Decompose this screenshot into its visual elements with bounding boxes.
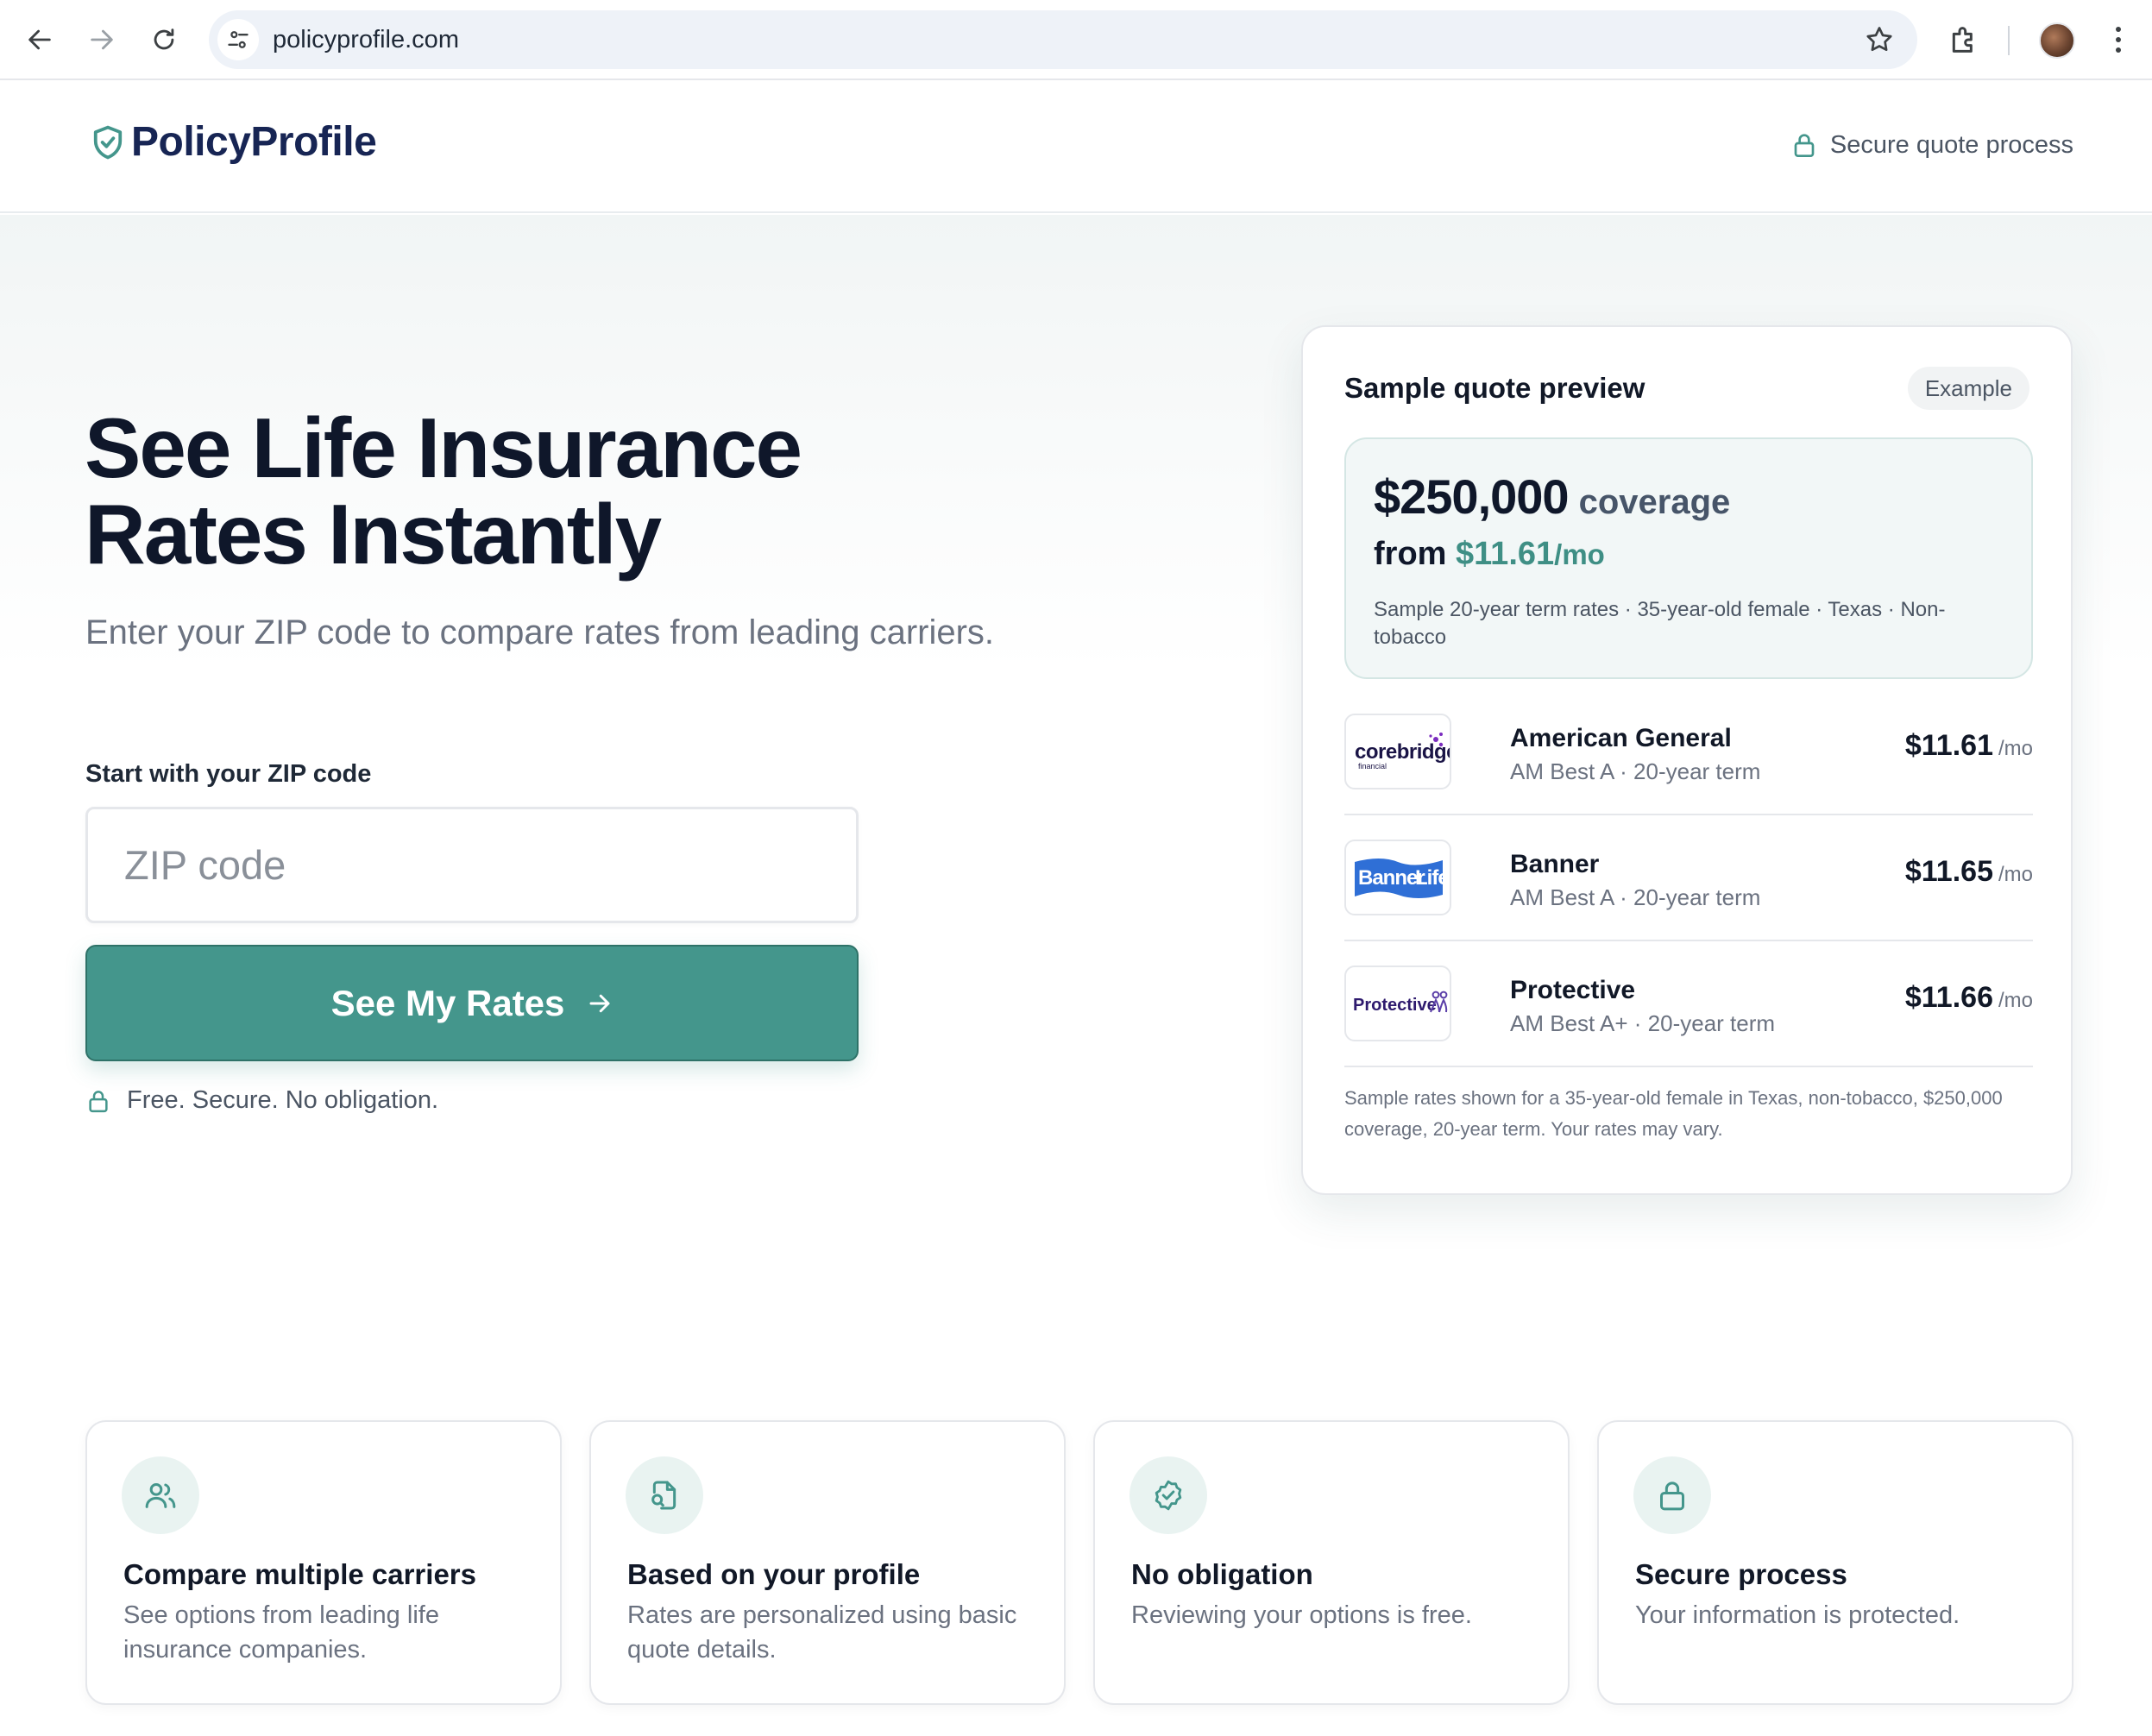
coverage-summary: $250,000 coverage from $11.61/mo Sample … (1344, 437, 2033, 679)
carrier-name: American General (1510, 724, 1732, 752)
summary-note: Sample 20-year term rates · 35-year-old … (1374, 598, 1946, 649)
zip-label: Start with your ZIP code (85, 760, 372, 788)
quote-card-title: Sample quote preview (1344, 372, 1645, 404)
carrier-name: Banner (1510, 850, 1600, 878)
page-headline: See Life Insurance Rates Instantly (85, 405, 1034, 577)
arrow-right-icon (91, 29, 113, 50)
headline-line-1: See Life Insurance (85, 400, 802, 495)
site-info-button[interactable] (217, 19, 259, 60)
sample-quote-card: Sample quote preview Example $250,000 co… (1301, 325, 2073, 1195)
shield-check-icon (93, 125, 123, 159)
zip-input[interactable] (85, 807, 859, 923)
lock-icon (1633, 1456, 1711, 1534)
carrier-price-unit: /mo (1998, 737, 2033, 760)
carrier-price: $11.66 /mo (1905, 981, 2033, 1015)
arrow-left-icon (28, 29, 51, 50)
carrier-name: Protective (1510, 976, 1636, 1004)
example-badge: Example (1907, 367, 2029, 410)
page-subheadline: Enter your ZIP code to compare rates fro… (85, 613, 995, 651)
feature-title: No obligation (1131, 1558, 1313, 1590)
reload-icon (154, 28, 174, 50)
url-text[interactable]: policyprofile.com (273, 10, 459, 69)
carrier-price-amount: $11.65 (1904, 855, 1993, 888)
quote-footnote: Sample rates shown for a 35-year-old fem… (1344, 1087, 2003, 1140)
coverage-amount: $250,000 (1374, 469, 1570, 524)
assurance-note: Free. Secure. No obligation. (85, 1086, 438, 1115)
starting-price: $11.61 (1456, 536, 1555, 572)
site-header: PolicyProfile Secure quote process (0, 80, 2152, 213)
address-bar[interactable]: policyprofile.com (209, 10, 1917, 69)
svg-text:financial: financial (1358, 762, 1387, 771)
feature-text: Reviewing your options is free. (1131, 1601, 1472, 1629)
svg-text:Life: Life (1415, 866, 1449, 890)
protective-logo: Protective (1344, 965, 1451, 1041)
coverage-amount-line: $250,000 coverage (1374, 469, 1730, 525)
brand-name: PolicyProfile (131, 119, 377, 165)
hero-section: See Life Insurance Rates Instantly Enter… (0, 215, 2152, 1736)
starting-price-line: from $11.61/mo (1374, 536, 1605, 573)
profile-avatar[interactable] (2039, 22, 2075, 59)
feature-card-compare: Compare multiple carriers See options fr… (85, 1420, 562, 1705)
reload-button[interactable] (142, 17, 186, 62)
carrier-meta: AM Best A+ · 20-year term (1510, 1010, 1776, 1036)
lock-icon (1794, 134, 1815, 157)
document-search-icon (626, 1456, 703, 1534)
carrier-row: Protective Protective AM Best A+ · 20-ye… (1344, 941, 2033, 1067)
carrier-price: $11.65 /mo (1905, 855, 2033, 889)
bookmark-star-icon[interactable] (1864, 24, 1895, 55)
svg-text:Protective: Protective (1353, 996, 1437, 1015)
feature-title: Compare multiple carriers (123, 1558, 476, 1590)
feature-title: Secure process (1635, 1558, 1847, 1590)
corebridge-logo: corebridge financial (1344, 714, 1451, 789)
from-word: from (1374, 536, 1447, 572)
feature-title: Based on your profile (627, 1558, 921, 1590)
carrier-price-amount: $11.61 (1904, 729, 1993, 762)
feature-card-secure: Secure process Your information is prote… (1597, 1420, 2073, 1705)
coverage-word: coverage (1578, 483, 1731, 521)
carrier-meta: AM Best A · 20-year term (1510, 758, 1761, 784)
carrier-row: Banner Life Banner AM Best A · 20-year t… (1344, 815, 2033, 941)
carrier-price-unit: /mo (1998, 863, 2033, 886)
secure-process-indicator: Secure quote process (1790, 130, 2073, 160)
forward-button[interactable] (79, 17, 124, 62)
feature-card-obligation: No obligation Reviewing your options is … (1093, 1420, 1570, 1705)
badge-check-icon (1129, 1456, 1207, 1534)
lock-icon (89, 1090, 108, 1112)
carrier-price-amount: $11.66 (1904, 981, 1993, 1014)
starting-price-unit: /mo (1554, 538, 1605, 570)
toolbar-divider (2008, 26, 2010, 55)
assurance-text: Free. Secure. No obligation. (127, 1086, 439, 1114)
see-my-rates-label: See My Rates (330, 982, 565, 1023)
carrier-price: $11.61 /mo (1905, 729, 2033, 763)
brand-logo[interactable]: PolicyProfile (91, 118, 377, 166)
arrow-right-icon (589, 994, 610, 1012)
browser-toolbar: policyprofile.com (0, 0, 2152, 80)
carrier-price-unit: /mo (1998, 989, 2033, 1012)
banner-life-logo: Banner Life (1344, 840, 1451, 915)
tune-icon (228, 31, 249, 48)
feature-text: Your information is protected. (1635, 1601, 1960, 1629)
feature-card-profile: Based on your profile Rates are personal… (589, 1420, 1066, 1705)
extensions-icon[interactable] (1947, 22, 1981, 57)
carrier-row: corebridge financial American General AM… (1344, 689, 2033, 815)
carrier-meta: AM Best A · 20-year term (1510, 884, 1761, 910)
see-my-rates-button[interactable]: See My Rates (85, 945, 859, 1061)
browser-menu-button[interactable] (2105, 22, 2131, 57)
users-icon (122, 1456, 199, 1534)
svg-text:corebridge: corebridge (1355, 740, 1450, 764)
feature-text: See options from leading life insurance … (123, 1601, 439, 1664)
back-button[interactable] (17, 17, 62, 62)
feature-text: Rates are personalized using basic quote… (627, 1601, 1017, 1664)
secure-process-label: Secure quote process (1829, 130, 2073, 159)
headline-line-2: Rates Instantly (85, 487, 662, 582)
